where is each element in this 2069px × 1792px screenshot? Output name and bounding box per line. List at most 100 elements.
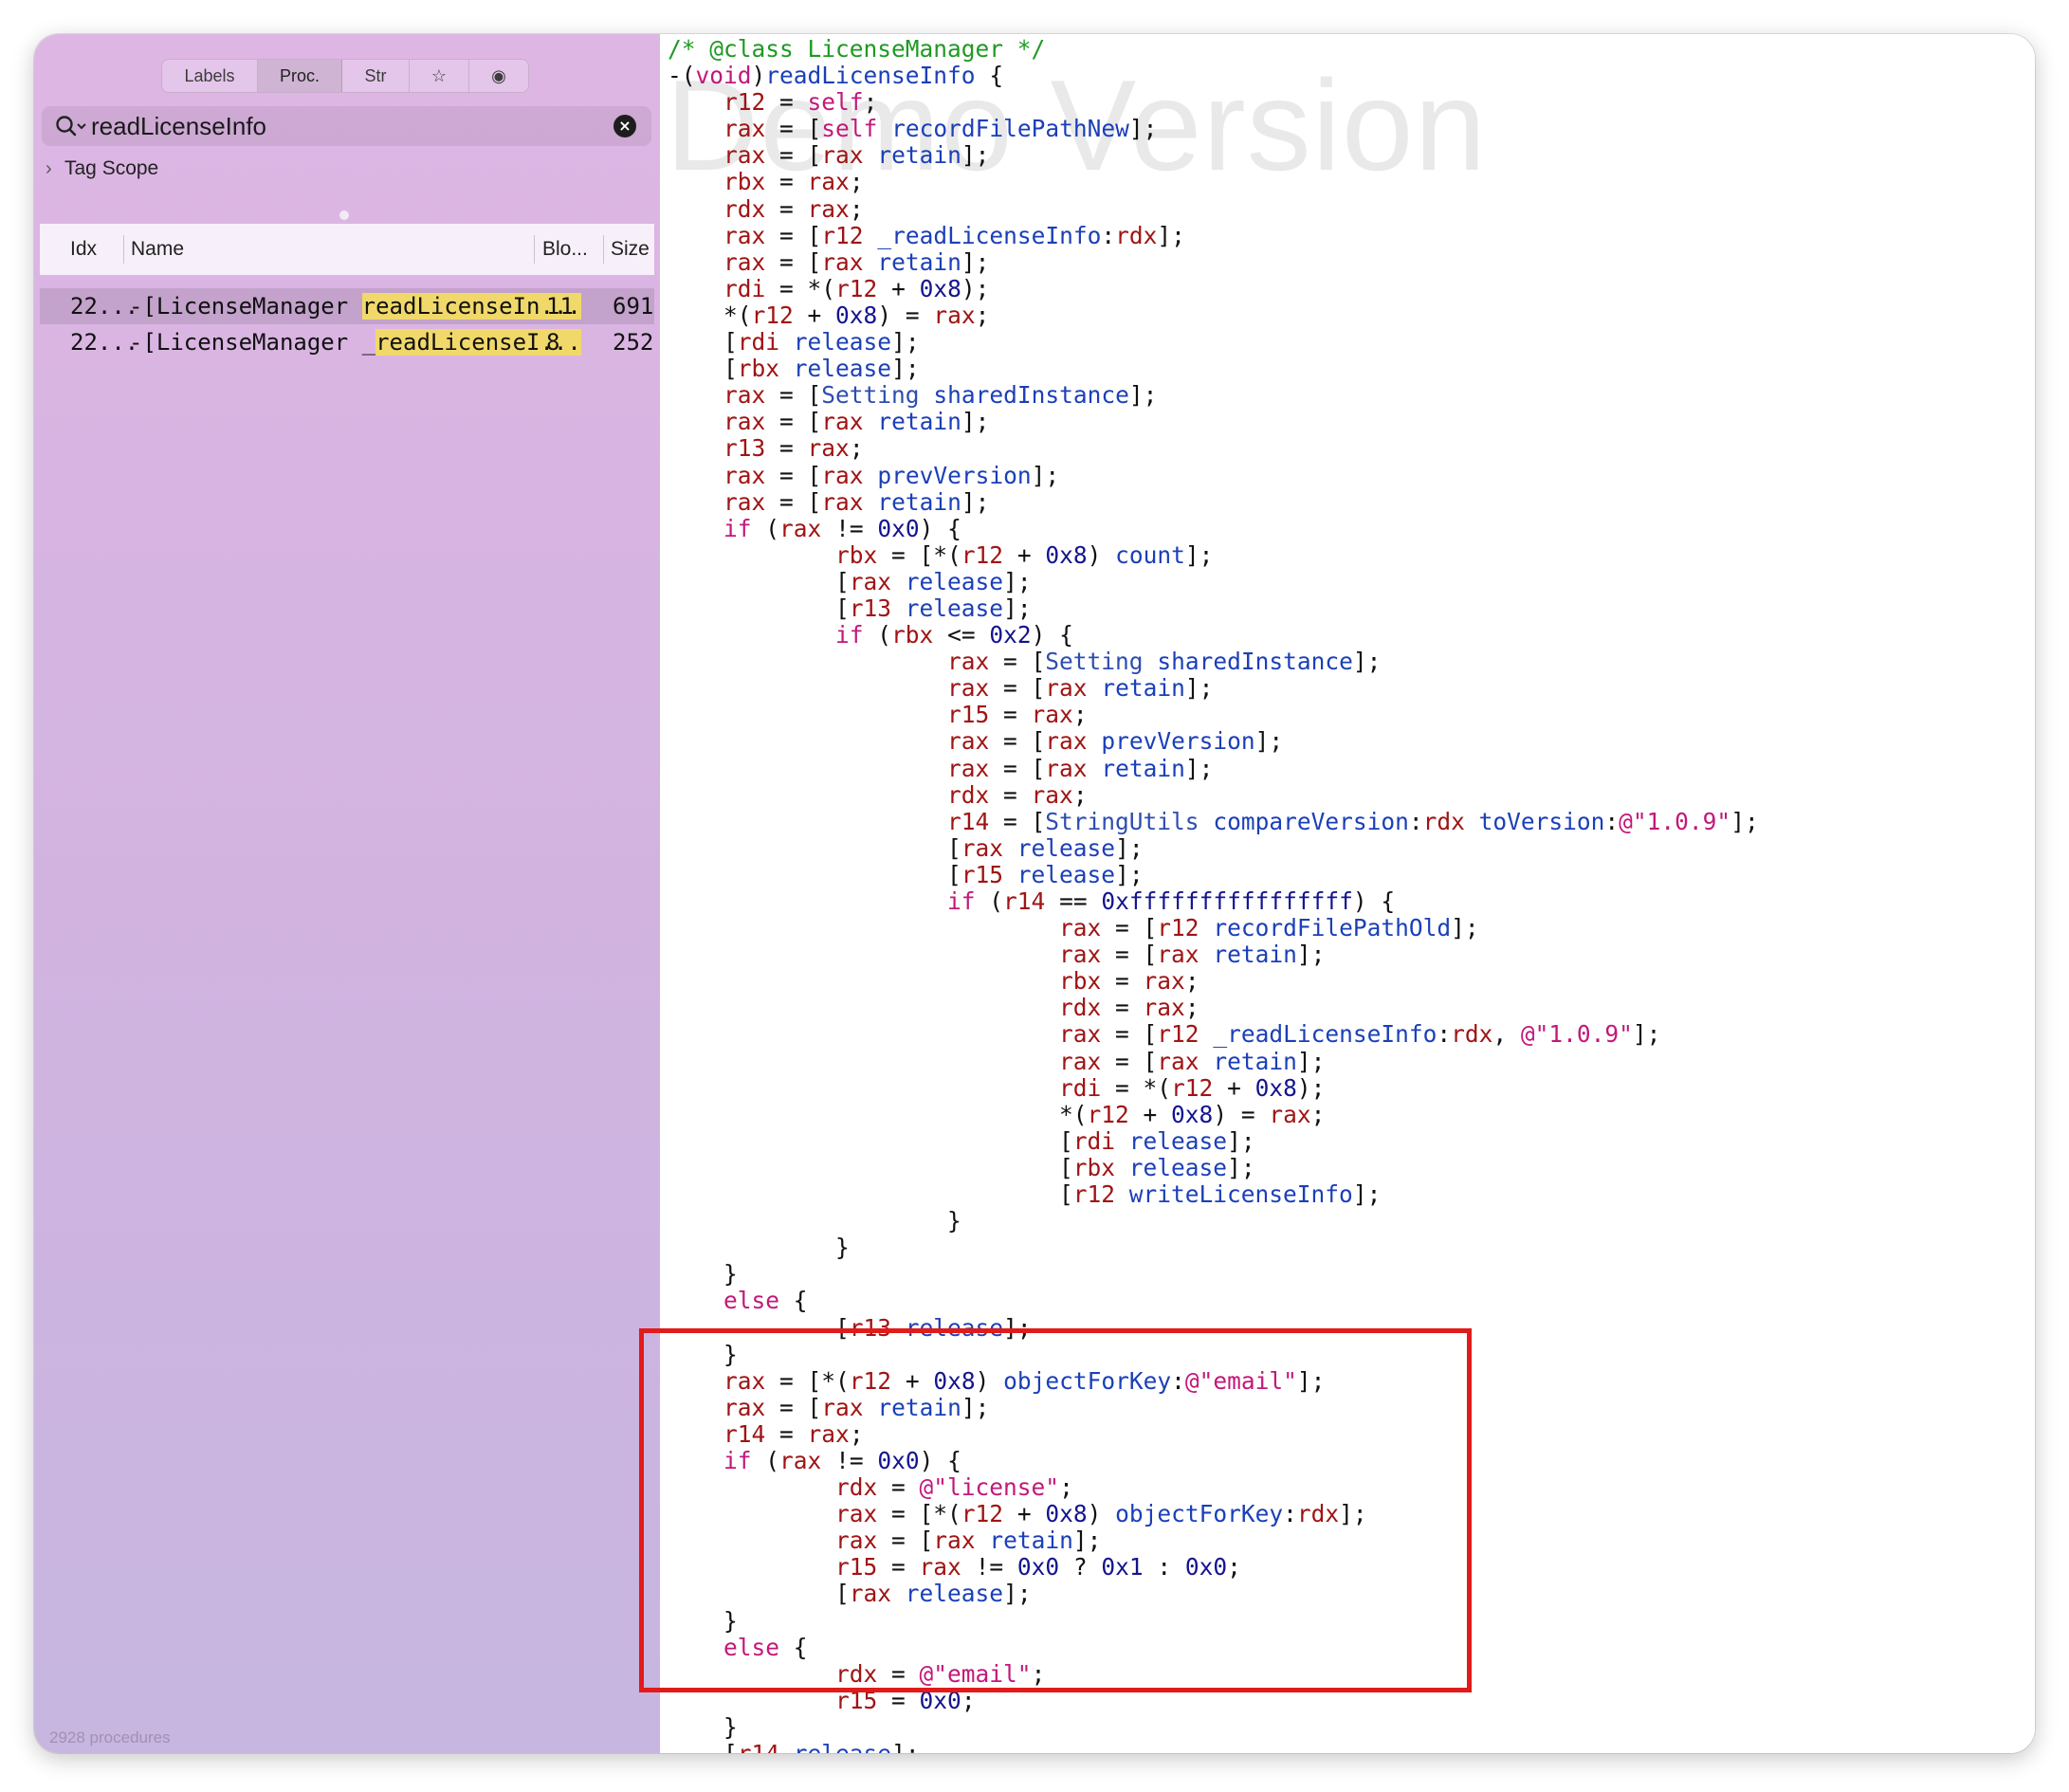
code-token: sharedInstance: [933, 381, 1129, 410]
code-line[interactable]: [rdi release];: [668, 328, 1759, 356]
code-line[interactable]: rax = [rax retain];: [668, 1527, 1759, 1554]
code-line[interactable]: rdx = @"email";: [668, 1660, 1759, 1688]
code-token: ];: [1339, 1500, 1367, 1528]
code-token: =: [765, 194, 808, 223]
code-line[interactable]: if (rax != 0x0) {: [668, 515, 1759, 542]
table-row[interactable]: 22... -[LicenseManager _readLicenseI... …: [40, 324, 654, 360]
split-handle[interactable]: [339, 210, 349, 220]
code-token: rax: [1045, 727, 1088, 756]
code-line[interactable]: r13 = rax;: [668, 435, 1759, 462]
code-line[interactable]: if (rax != 0x0) {: [668, 1447, 1759, 1474]
code-line[interactable]: else {: [668, 1634, 1759, 1661]
code-line[interactable]: rdi = *(r12 + 0x8);: [668, 275, 1759, 302]
tag-scope-disclosure[interactable]: › Tag Scope: [46, 157, 158, 180]
code-line[interactable]: -(void)readLicenseInfo {: [668, 63, 1759, 89]
code-line[interactable]: r14 = rax;: [668, 1420, 1759, 1448]
code-token: rdi: [1072, 1126, 1116, 1155]
code-line[interactable]: [rax release];: [668, 1581, 1759, 1607]
code-line[interactable]: rax = [rax retain];: [668, 942, 1759, 968]
code-token: rdx: [1451, 1020, 1493, 1049]
tab-procedures[interactable]: Proc.: [258, 60, 342, 92]
code-line[interactable]: rbx = rax;: [668, 968, 1759, 995]
pseudocode-view[interactable]: Demo Version /* @class LicenseManager */…: [662, 34, 2035, 1753]
code-line[interactable]: rax = [r12 _readLicenseInfo:rdx, @"1.0.9…: [668, 1021, 1759, 1048]
code-line[interactable]: }: [668, 1234, 1759, 1261]
code-line[interactable]: rbx = rax;: [668, 169, 1759, 195]
code-line[interactable]: r15 = rax;: [668, 702, 1759, 728]
code-line[interactable]: /* @class LicenseManager */: [668, 35, 1759, 63]
code-line[interactable]: [rax release];: [668, 834, 1759, 862]
star-icon[interactable]: ☆: [410, 60, 469, 92]
code-line[interactable]: if (r14 == 0xffffffffffffffff) {: [668, 887, 1759, 915]
code-line[interactable]: rdx = @"license";: [668, 1474, 1759, 1501]
code-line[interactable]: rax = [r12 recordFilePathOld];: [668, 915, 1759, 942]
code-token: rdx: [835, 1473, 878, 1502]
code-line[interactable]: }: [668, 1713, 1759, 1741]
code-line[interactable]: rax = [rax retain];: [668, 754, 1759, 782]
code-line[interactable]: [rdi release];: [668, 1126, 1759, 1155]
code-line[interactable]: [rbx release];: [668, 356, 1759, 382]
code-line[interactable]: [r13 release];: [668, 594, 1759, 622]
code-token: = [: [1101, 1047, 1158, 1075]
code-line[interactable]: [rax release];: [668, 568, 1759, 595]
code-line[interactable]: [r15 release];: [668, 861, 1759, 888]
code-line[interactable]: }: [668, 1261, 1759, 1288]
code-line[interactable]: r14 = [StringUtils compareVersion:rdx to…: [668, 808, 1759, 835]
code-line[interactable]: rax = [rax retain];: [668, 142, 1759, 169]
search-input[interactable]: [91, 109, 584, 143]
code-line[interactable]: rax = [rax retain];: [668, 248, 1759, 276]
search-icon[interactable]: [55, 115, 87, 141]
code-line[interactable]: *(r12 + 0x8) = rax;: [668, 1101, 1759, 1128]
code-line[interactable]: rdx = rax;: [668, 781, 1759, 809]
code-token: retain: [989, 1527, 1073, 1555]
code-line[interactable]: rax = [rax prevVersion];: [668, 462, 1759, 489]
column-header-size[interactable]: Size: [611, 224, 650, 275]
code-line[interactable]: rax = [rax retain];: [668, 409, 1759, 435]
tab-labels[interactable]: Labels: [162, 60, 258, 92]
code-line[interactable]: rax = [self recordFilePathNew];: [668, 116, 1759, 142]
code-line[interactable]: rax = [rax prevVersion];: [668, 728, 1759, 755]
clear-icon[interactable]: ×: [613, 115, 636, 137]
code-line[interactable]: r12 = self;: [668, 89, 1759, 116]
code-line[interactable]: rdi = *(r12 + 0x8);: [668, 1074, 1759, 1102]
code-lines[interactable]: /* @class LicenseManager */-(void)readLi…: [668, 35, 1759, 1753]
code-token: rax: [1045, 754, 1088, 782]
code-line[interactable]: if (rbx <= 0x2) {: [668, 622, 1759, 649]
code-line[interactable]: *(r12 + 0x8) = rax;: [668, 302, 1759, 329]
code-line[interactable]: [r14 release];: [668, 1740, 1759, 1753]
code-token: release: [1128, 1153, 1228, 1181]
column-header-idx[interactable]: Idx: [70, 224, 97, 275]
code-line[interactable]: rax = [rax retain];: [668, 1394, 1759, 1421]
code-token: rax: [947, 754, 990, 782]
column-header-name[interactable]: Name: [131, 224, 184, 275]
code-line[interactable]: rax = [Setting sharedInstance];: [668, 382, 1759, 409]
code-line[interactable]: }: [668, 1208, 1759, 1234]
tab-strings[interactable]: Str: [342, 60, 410, 92]
table-row[interactable]: 22... -[LicenseManager readLicenseIn... …: [40, 288, 654, 324]
code-line[interactable]: r15 = 0x0;: [668, 1687, 1759, 1714]
code-line[interactable]: rax = [*(r12 + 0x8) objectForKey:rdx];: [668, 1501, 1759, 1527]
code-line[interactable]: rax = [rax retain];: [668, 1047, 1759, 1075]
code-line[interactable]: rdx = rax;: [668, 995, 1759, 1021]
code-line[interactable]: else {: [668, 1288, 1759, 1314]
code-line[interactable]: rax = [rax retain];: [668, 488, 1759, 516]
code-line[interactable]: rax = [rax retain];: [668, 675, 1759, 702]
code-line[interactable]: rax = [r12 _readLicenseInfo:rdx];: [668, 222, 1759, 249]
code-line[interactable]: }: [668, 1607, 1759, 1635]
column-header-blocks[interactable]: Blo...: [542, 224, 588, 275]
code-line[interactable]: [r12 writeLicenseInfo];: [668, 1180, 1759, 1208]
code-line[interactable]: [rbx release];: [668, 1153, 1759, 1181]
code-line[interactable]: r15 = rax != 0x0 ? 0x1 : 0x0;: [668, 1554, 1759, 1581]
code-line[interactable]: rdx = rax;: [668, 194, 1759, 223]
code-line[interactable]: rax = [*(r12 + 0x8) objectForKey:@"email…: [668, 1367, 1759, 1395]
circle-icon[interactable]: ◉: [469, 60, 528, 92]
code-line[interactable]: }: [668, 1341, 1759, 1368]
code-line[interactable]: [r13 release];: [668, 1314, 1759, 1342]
code-line[interactable]: rax = [Setting sharedInstance];: [668, 649, 1759, 675]
code-line[interactable]: rbx = [*(r12 + 0x8) count];: [668, 541, 1759, 569]
